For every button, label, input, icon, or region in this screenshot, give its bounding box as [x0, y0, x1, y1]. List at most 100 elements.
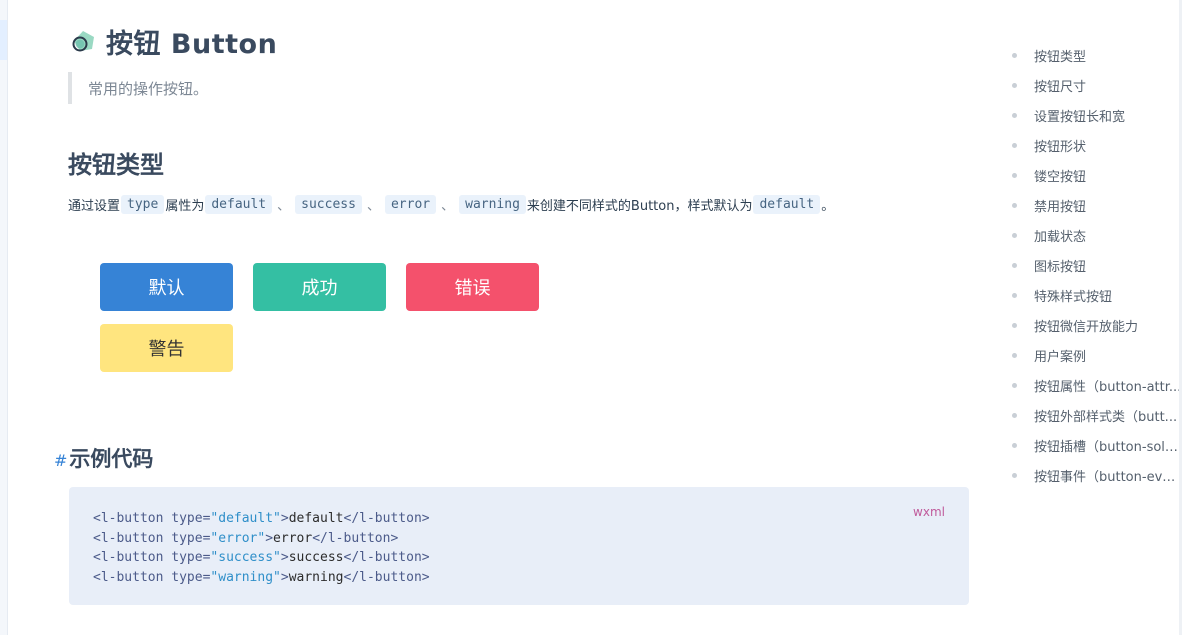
- warning-button[interactable]: 警告: [100, 324, 233, 372]
- code-text: error: [273, 530, 313, 546]
- toc-item-button-types[interactable]: 按钮类型: [1000, 46, 1182, 65]
- code-attr-value: "warning": [210, 569, 281, 585]
- inline-code-error: error: [384, 195, 437, 214]
- table-of-contents: 按钮类型 按钮尺寸 设置按钮长和宽 按钮形状 镂空按钮 禁用按钮 加载状态 图标…: [1000, 40, 1182, 520]
- code-tag-end: </l-button>: [343, 550, 430, 565]
- code-tag-end: </l-button>: [343, 511, 430, 526]
- toc-item-label: 图标按钮: [1034, 260, 1087, 275]
- toc-item-label: 按钮类型: [1034, 50, 1087, 65]
- toc-item-label: 镂空按钮: [1034, 170, 1087, 185]
- success-button[interactable]: 成功: [253, 263, 386, 311]
- desc-text-1: 通过设置: [68, 199, 121, 214]
- code-line: <l-button type="error">error</l-button>: [93, 529, 430, 549]
- desc-separator: 、: [366, 199, 380, 214]
- code-tag-close: >: [280, 550, 289, 565]
- toc-item-label: 按钮插槽（button-solt...: [1034, 440, 1182, 455]
- code-tag-open: <l-button: [93, 550, 172, 565]
- toc-item-label: 设置按钮长和宽: [1034, 110, 1126, 125]
- section-description: 通过设置 type 属性为 default 、 success 、 error …: [68, 195, 834, 214]
- code-line: <l-button type="warning">warning</l-butt…: [93, 568, 430, 588]
- code-language-label: wxml: [913, 505, 945, 519]
- toc-item-label: 按钮尺寸: [1034, 80, 1087, 95]
- page-header: 按钮 Button: [70, 22, 277, 61]
- code-text: warning: [288, 569, 344, 585]
- toc-item-icon-button[interactable]: 图标按钮: [1000, 256, 1182, 275]
- toc-item-button-size[interactable]: 按钮尺寸: [1000, 76, 1182, 95]
- toc-item-wechat-open-ability[interactable]: 按钮微信开放能力: [1000, 316, 1182, 335]
- page-subtitle: 常用的操作按钮。: [88, 79, 209, 98]
- code-attr: type=: [171, 530, 211, 546]
- toc-bullet-icon: [1012, 53, 1017, 58]
- example-heading: # 示例代码: [54, 443, 153, 473]
- code-attr-value: "error": [210, 530, 266, 546]
- toc-item-label: 特殊样式按钮: [1034, 290, 1113, 305]
- toc-item-user-cases[interactable]: 用户案例: [1000, 346, 1182, 365]
- code-attr-value: "success": [210, 550, 281, 565]
- example-title: 示例代码: [69, 447, 154, 471]
- toc-item-label: 用户案例: [1034, 350, 1087, 365]
- page-subtitle-blockquote: 常用的操作按钮。: [68, 72, 208, 104]
- inline-code-warning: warning: [459, 195, 526, 214]
- toc-item-loading-state[interactable]: 加载状态: [1000, 226, 1182, 245]
- desc-text-3: 来创建不同样式的Button，样式默认为: [526, 199, 753, 214]
- toc-bullet-icon: [1012, 473, 1017, 478]
- code-tag-close: >: [280, 569, 289, 585]
- toc-bullet-icon: [1012, 293, 1017, 298]
- toc-bullet-icon: [1012, 83, 1017, 88]
- toc-item-special-style[interactable]: 特殊样式按钮: [1000, 286, 1182, 305]
- toc-bullet-icon: [1012, 113, 1017, 118]
- toc-item-button-events[interactable]: 按钮事件（button-eve...: [1000, 466, 1182, 485]
- code-attr: type=: [171, 511, 211, 526]
- inline-code-success: success: [295, 195, 362, 214]
- code-attr: type=: [171, 569, 211, 585]
- code-block[interactable]: wxml <l-button type="default">default</l…: [69, 487, 969, 605]
- toc-item-label: 按钮形状: [1034, 140, 1087, 155]
- code-tag-open: <l-button: [93, 530, 172, 546]
- toc-item-plain-button[interactable]: 镂空按钮: [1000, 166, 1182, 185]
- toc-item-label: 加载状态: [1034, 230, 1087, 245]
- toc-bullet-icon: [1012, 383, 1017, 388]
- desc-text-2: 属性为: [165, 199, 205, 214]
- toc-item-button-attr[interactable]: 按钮属性（button-attr...: [1000, 376, 1182, 395]
- code-tag-end: </l-button>: [312, 530, 399, 546]
- code-text: default: [288, 511, 344, 526]
- desc-separator: 、: [277, 199, 291, 214]
- toc-bullet-icon: [1012, 143, 1017, 148]
- toc-bullet-icon: [1012, 233, 1017, 238]
- toc-bullet-icon: [1012, 263, 1017, 268]
- toc-item-label: 禁用按钮: [1034, 200, 1087, 215]
- toc-item-width-height[interactable]: 设置按钮长和宽: [1000, 106, 1182, 125]
- desc-text-4: 。: [821, 199, 835, 214]
- toc-item-disabled-button[interactable]: 禁用按钮: [1000, 196, 1182, 215]
- toc-bullet-icon: [1012, 353, 1017, 358]
- code-tag-close: >: [280, 511, 289, 526]
- code-tag-end: </l-button>: [343, 569, 430, 585]
- code-tag-open: <l-button: [93, 511, 172, 526]
- toc-item-external-class[interactable]: 按钮外部样式类（butt...: [1000, 406, 1182, 425]
- toc-item-button-slot[interactable]: 按钮插槽（button-solt...: [1000, 436, 1182, 455]
- default-button[interactable]: 默认: [100, 263, 233, 311]
- toc-item-label: 按钮属性（button-attr...: [1034, 380, 1182, 395]
- toc-item-label: 按钮微信开放能力: [1034, 320, 1139, 335]
- toc-bullet-icon: [1012, 173, 1017, 178]
- error-button[interactable]: 错误: [406, 263, 539, 311]
- toc-item-button-shape[interactable]: 按钮形状: [1000, 136, 1182, 155]
- toc-bullet-icon: [1012, 203, 1017, 208]
- code-attr-value: "default": [210, 511, 281, 526]
- code-tag-close: >: [265, 530, 274, 546]
- code-line: <l-button type="success">success</l-butt…: [93, 548, 430, 568]
- toc-bullet-icon: [1012, 413, 1017, 418]
- toc-bullet-icon: [1012, 323, 1017, 328]
- main-content: 按钮 Button 常用的操作按钮。 按钮类型 通过设置 type 属性为 de…: [0, 0, 990, 635]
- section-title: 按钮类型: [68, 151, 164, 179]
- inline-code-type: type: [121, 195, 165, 214]
- page-title: 按钮 Button: [106, 29, 278, 60]
- toc-item-label: 按钮外部样式类（butt...: [1034, 410, 1178, 425]
- inline-code-default: default: [205, 195, 273, 214]
- toc-bullet-icon: [1012, 443, 1017, 448]
- toc-item-label: 按钮事件（button-eve...: [1034, 470, 1182, 485]
- heading-anchor-link[interactable]: #: [54, 451, 67, 470]
- code-attr: type=: [171, 550, 211, 565]
- code-line: <l-button type="default">default</l-butt…: [93, 509, 430, 529]
- desc-separator: 、: [441, 199, 455, 214]
